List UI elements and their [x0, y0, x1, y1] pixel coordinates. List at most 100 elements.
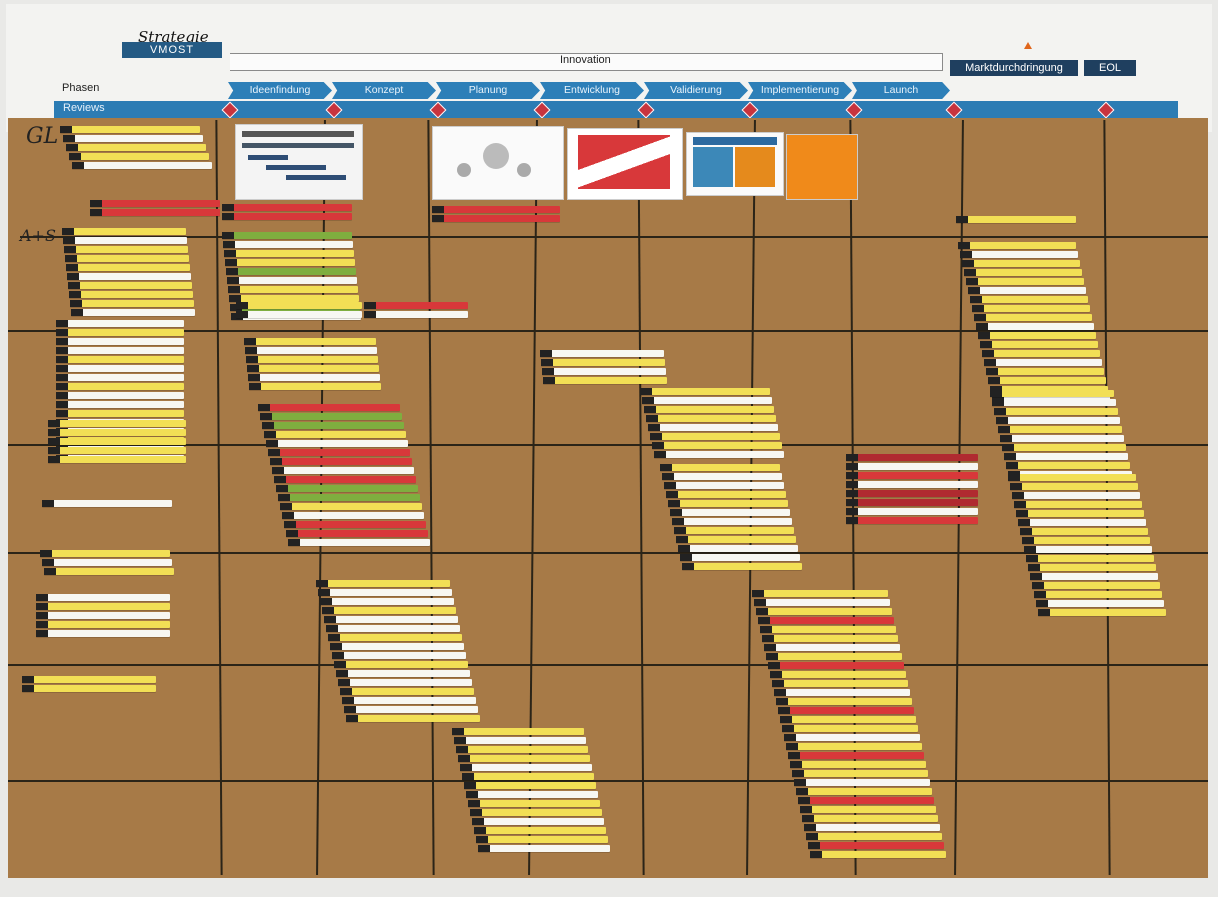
task-card	[222, 213, 352, 220]
task-card	[90, 209, 220, 216]
task-card	[274, 476, 416, 483]
task-card	[458, 755, 590, 762]
task-card	[1016, 510, 1144, 517]
task-card	[543, 377, 667, 384]
task-card	[66, 144, 206, 151]
task-card	[974, 314, 1092, 321]
task-card	[800, 806, 936, 813]
task-card	[64, 246, 188, 253]
task-card	[846, 517, 978, 524]
task-card	[478, 845, 610, 852]
red-chart-card	[567, 128, 683, 200]
task-card	[268, 449, 410, 456]
task-card	[960, 251, 1078, 258]
task-card	[65, 255, 189, 262]
task-card	[846, 463, 978, 470]
task-card	[286, 530, 428, 537]
task-card	[760, 626, 896, 633]
task-card	[332, 652, 466, 659]
task-card	[222, 232, 352, 239]
task-card	[56, 320, 184, 327]
task-card	[762, 635, 898, 642]
task-card	[63, 237, 187, 244]
vmost-label: VMOST	[122, 42, 222, 58]
task-card	[22, 685, 156, 692]
task-card	[330, 643, 464, 650]
task-card	[650, 433, 780, 440]
task-card	[71, 309, 195, 316]
row-label-gl: GL	[26, 124, 59, 149]
task-card	[60, 126, 200, 133]
task-card	[226, 268, 356, 275]
task-card	[460, 764, 592, 771]
task-card	[990, 390, 1114, 397]
task-card	[796, 788, 932, 795]
task-card	[996, 417, 1120, 424]
task-card	[778, 707, 914, 714]
task-card	[1020, 528, 1148, 535]
task-card	[994, 408, 1118, 415]
task-card	[1008, 474, 1136, 481]
task-card	[988, 377, 1106, 384]
task-card	[1014, 501, 1142, 508]
task-card	[804, 824, 940, 831]
task-card	[452, 728, 584, 735]
task-card	[229, 295, 359, 302]
task-card	[1038, 609, 1166, 616]
task-card	[678, 545, 798, 552]
task-card	[284, 521, 426, 528]
task-card	[1000, 435, 1124, 442]
task-card	[682, 563, 802, 570]
task-card	[472, 818, 604, 825]
house-diagram-card	[686, 132, 784, 196]
task-card	[260, 413, 402, 420]
task-card	[22, 676, 156, 683]
task-card	[810, 851, 946, 858]
task-card	[288, 539, 430, 546]
task-card	[227, 277, 357, 284]
task-card	[766, 653, 902, 660]
task-card	[36, 603, 170, 610]
task-card	[432, 206, 560, 213]
phase-validierung: Validierung	[644, 82, 748, 99]
phase-konzept: Konzept	[332, 82, 436, 99]
task-card	[90, 200, 220, 207]
task-card	[788, 752, 924, 759]
task-card	[326, 625, 460, 632]
task-card	[806, 833, 942, 840]
task-card	[970, 296, 1088, 303]
task-card	[245, 347, 377, 354]
task-card	[790, 761, 926, 768]
grid-row-line	[8, 664, 1208, 666]
task-card	[56, 329, 184, 336]
task-card	[976, 323, 1094, 330]
task-card	[1028, 564, 1156, 571]
task-card	[668, 500, 788, 507]
phase-entwicklung: Entwicklung	[540, 82, 644, 99]
task-card	[674, 527, 794, 534]
task-card	[42, 559, 172, 566]
task-card	[786, 743, 922, 750]
task-card	[1006, 462, 1130, 469]
task-card	[772, 680, 908, 687]
task-card	[249, 383, 381, 390]
task-card	[652, 442, 782, 449]
network-diagram-card	[432, 126, 564, 200]
task-card	[846, 472, 978, 479]
phase-implementierung: Implementierung	[748, 82, 852, 99]
task-card	[236, 302, 362, 309]
task-card	[792, 770, 928, 777]
task-card	[282, 512, 424, 519]
task-card	[336, 670, 470, 677]
task-card	[316, 580, 450, 587]
task-card	[56, 356, 184, 363]
task-card	[780, 716, 916, 723]
task-card	[258, 404, 400, 411]
task-card	[846, 499, 978, 506]
task-card	[764, 644, 900, 651]
orange-arrow-icon	[1024, 42, 1032, 49]
task-card	[752, 590, 888, 597]
task-card	[640, 388, 770, 395]
task-card	[794, 779, 930, 786]
task-card	[56, 401, 184, 408]
